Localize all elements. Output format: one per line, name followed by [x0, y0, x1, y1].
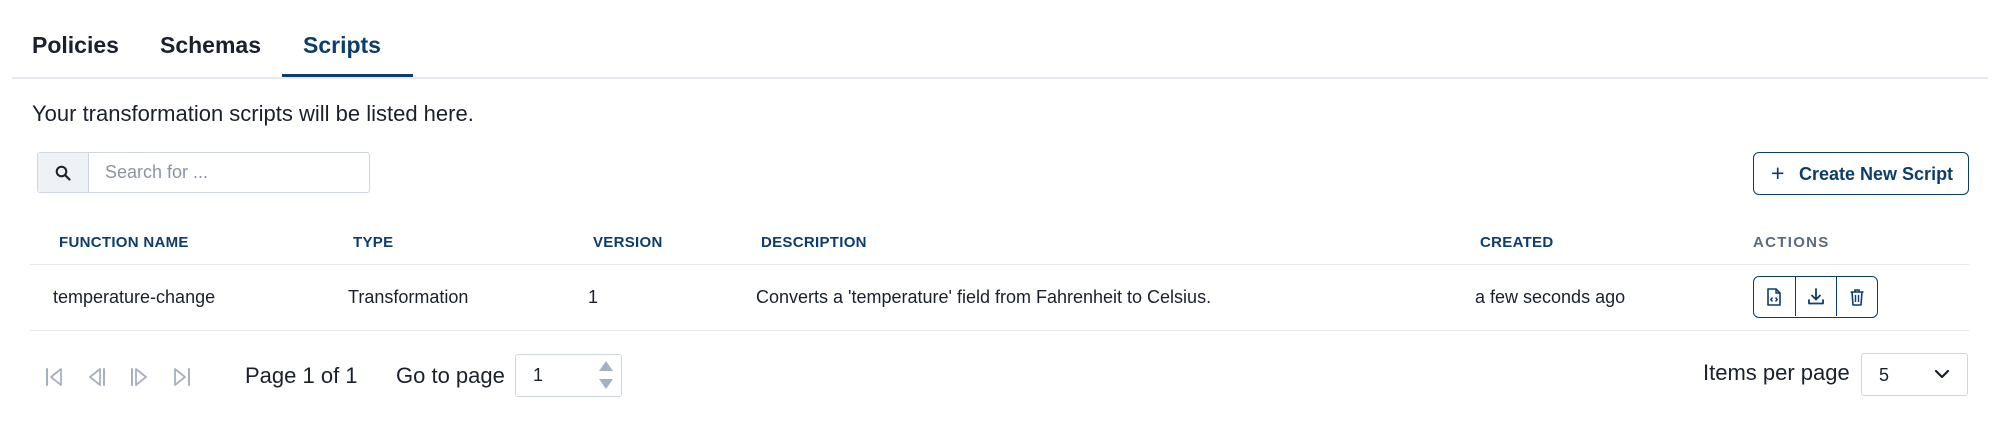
cell-function-name: temperature-change	[53, 287, 216, 307]
first-page-icon	[46, 368, 62, 386]
page-info: Page 1 of 1	[245, 363, 358, 388]
previous-page-button[interactable]	[84, 365, 108, 389]
triangle-down-icon	[599, 379, 613, 389]
items-per-page-value: 5	[1879, 365, 1890, 385]
column-header-type[interactable]: TYPE	[353, 234, 393, 251]
triangle-up-icon	[599, 361, 613, 371]
header-divider	[30, 264, 1969, 265]
tab-bar: Policies Schemas Scripts	[12, 0, 1988, 79]
last-page-icon	[174, 368, 190, 386]
search-box	[37, 152, 370, 193]
cell-type: Transformation	[348, 287, 469, 307]
tab-scripts[interactable]: Scripts	[303, 32, 381, 59]
column-header-actions: ACTIONS	[1753, 234, 1830, 251]
column-header-function-name[interactable]: FUNCTION NAME	[59, 234, 189, 251]
edit-script-button[interactable]	[1754, 277, 1796, 316]
first-page-button[interactable]	[42, 365, 66, 389]
row-actions	[1753, 276, 1878, 318]
search-input[interactable]	[89, 153, 367, 192]
page-description: Your transformation scripts will be list…	[32, 101, 474, 126]
tab-policies[interactable]: Policies	[32, 32, 119, 59]
column-header-version[interactable]: VERSION	[593, 234, 663, 251]
trash-icon	[1850, 289, 1864, 306]
last-page-button[interactable]	[170, 365, 194, 389]
scripts-page: Policies Schemas Scripts Your transforma…	[0, 0, 1999, 430]
download-icon	[1808, 288, 1824, 305]
row-divider	[30, 330, 1969, 331]
items-per-page-label: Items per page	[1703, 360, 1850, 385]
go-to-page-label: Go to page	[396, 363, 505, 388]
plus-icon: +	[1771, 160, 1785, 186]
decrement-page-button[interactable]	[598, 377, 614, 389]
go-to-page-field	[515, 354, 622, 397]
increment-page-button[interactable]	[598, 359, 614, 371]
column-header-description[interactable]: DESCRIPTION	[761, 234, 867, 251]
items-per-page-select[interactable]: 5	[1861, 353, 1968, 396]
file-code-icon	[1767, 288, 1781, 306]
delete-script-button[interactable]	[1837, 277, 1878, 316]
tab-schemas[interactable]: Schemas	[160, 32, 261, 59]
create-new-script-label: Create New Script	[1799, 164, 1954, 184]
chevron-down-icon	[1934, 369, 1950, 379]
next-page-icon	[131, 368, 147, 386]
cell-created: a few seconds ago	[1475, 287, 1626, 307]
cell-version: 1	[588, 287, 599, 307]
column-header-created[interactable]: CREATED	[1480, 234, 1554, 251]
next-page-button[interactable]	[128, 365, 152, 389]
create-new-script-button[interactable]: + Create New Script	[1753, 152, 1969, 195]
download-script-button[interactable]	[1795, 277, 1837, 316]
go-to-page-input[interactable]	[516, 355, 586, 396]
cell-description: Converts a 'temperature' field from Fahr…	[756, 287, 1212, 307]
search-icon	[38, 153, 89, 192]
active-tab-indicator	[282, 74, 413, 77]
previous-page-icon	[89, 368, 105, 386]
